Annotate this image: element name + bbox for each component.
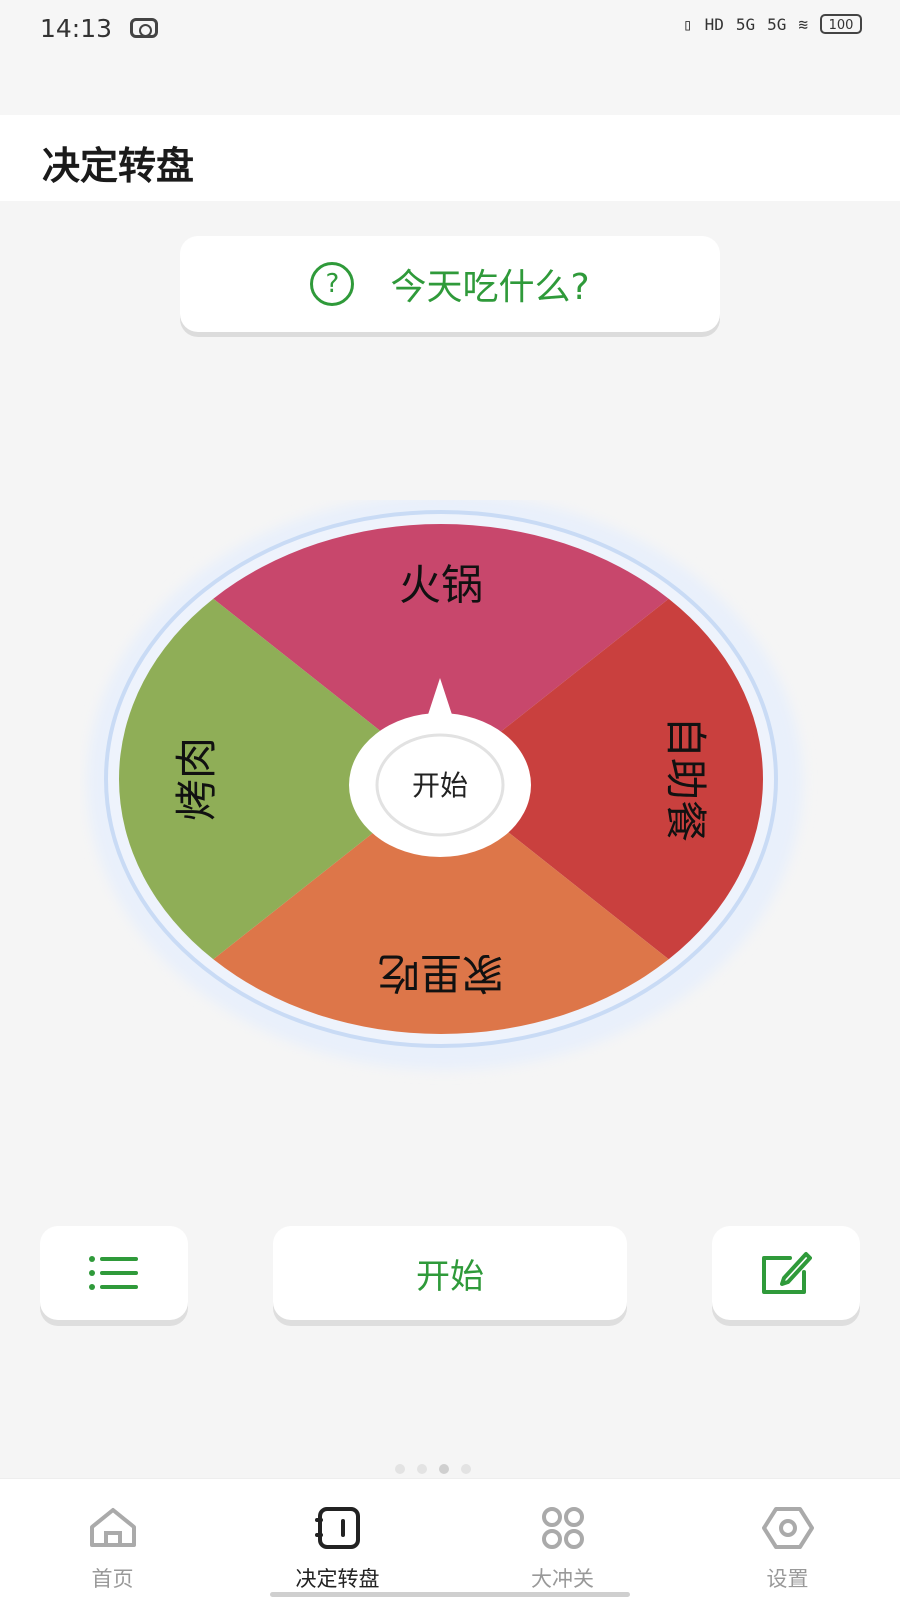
nav-settings[interactable]: 设置: [675, 1479, 900, 1601]
grid-icon: [542, 1507, 584, 1549]
wheel-segment-label: 烤肉: [172, 737, 221, 821]
app-header: 决定转盘: [0, 115, 900, 201]
question-card[interactable]: ? 今天吃什么?: [180, 236, 720, 332]
vibrate-icon: ▯: [682, 14, 693, 34]
home-icon: [90, 1508, 136, 1547]
nav-label-challenge: 大冲关: [531, 1567, 594, 1591]
signal-5g-icon: 5G: [735, 14, 756, 34]
page-dot: [417, 1464, 427, 1474]
page-dot: [461, 1464, 471, 1474]
page-indicator: [395, 1464, 471, 1474]
wheel-start-label[interactable]: 开始: [412, 769, 468, 802]
settings-icon: [762, 1507, 814, 1549]
wheel-segment-label: 火锅: [399, 561, 483, 610]
nav-home[interactable]: 首页: [0, 1479, 225, 1601]
status-bar: 14:13 ▯ HD 5G 5G ≋ 100: [0, 0, 900, 115]
wheel-segment-label: 自助餐: [661, 716, 710, 842]
nav-decision-wheel[interactable]: 决定转盘: [225, 1479, 450, 1601]
bottom-nav: 首页 决定转盘 大冲关 设置: [0, 1478, 900, 1601]
edit-icon: [762, 1252, 812, 1294]
spin-wheel[interactable]: 火锅自助餐家里吃 烤肉 开始: [80, 500, 820, 1095]
status-icons: ▯ HD 5G 5G ≋ 100: [683, 14, 862, 34]
page-dot-active: [439, 1464, 449, 1474]
list-icon: [89, 1256, 138, 1290]
hd-icon: HD: [704, 14, 724, 34]
nav-challenge[interactable]: 大冲关: [450, 1479, 675, 1601]
signal-5g-icon: 5G: [767, 14, 787, 34]
question-text: 今天吃什么?: [390, 267, 590, 308]
wheel-svg[interactable]: 火锅自助餐家里吃 烤肉 开始: [80, 500, 820, 1095]
notebook-icon: [315, 1507, 360, 1549]
start-button[interactable]: 开始: [273, 1226, 627, 1320]
wheel-segment-label: 家里吃: [378, 948, 504, 997]
edit-button[interactable]: [712, 1226, 860, 1320]
page-title: 决定转盘: [42, 144, 195, 188]
home-indicator: [270, 1592, 630, 1597]
list-button[interactable]: [40, 1226, 188, 1320]
nav-label-home: 首页: [91, 1567, 134, 1591]
nav-label-settings: 设置: [766, 1567, 809, 1591]
nav-label-decision-wheel: 决定转盘: [295, 1567, 380, 1591]
privacy-icon: [130, 18, 158, 38]
wifi-icon: ≋: [798, 14, 808, 34]
page-dot: [395, 1464, 405, 1474]
status-time: 14:13: [40, 14, 113, 43]
question-circle-icon: ?: [310, 262, 355, 306]
battery-icon: 100: [820, 14, 862, 34]
